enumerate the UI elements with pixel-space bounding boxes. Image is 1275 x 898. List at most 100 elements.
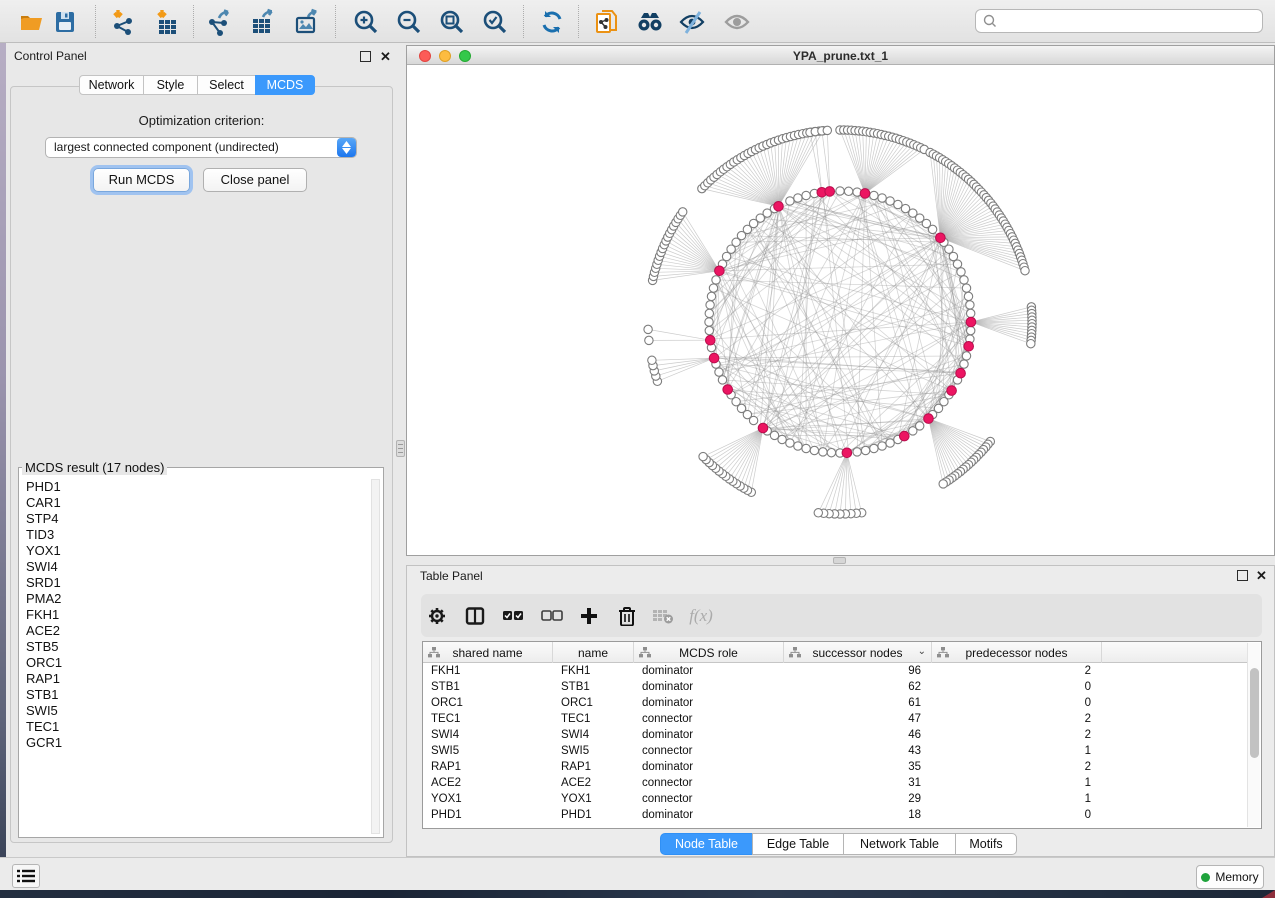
table-scrollbar[interactable] xyxy=(1247,643,1260,827)
import-network-icon[interactable] xyxy=(108,7,138,37)
export-network-icon[interactable] xyxy=(204,7,234,37)
table-cell[interactable]: ACE2 xyxy=(553,775,634,791)
list-item[interactable]: PMA2 xyxy=(21,591,370,607)
list-item[interactable]: STB5 xyxy=(21,639,370,655)
table-cell[interactable]: ACE2 xyxy=(423,775,553,791)
tab-select[interactable]: Select xyxy=(197,75,256,95)
table-cell[interactable]: dominator xyxy=(634,695,784,711)
network-canvas[interactable] xyxy=(407,65,1274,555)
show-columns-icon[interactable] xyxy=(462,604,488,628)
table-cell[interactable]: 35 xyxy=(784,759,932,775)
table-cell[interactable]: PHD1 xyxy=(553,807,634,823)
zoom-selected-icon[interactable] xyxy=(480,7,510,37)
tab-mcds[interactable]: MCDS xyxy=(255,75,315,95)
table-cell[interactable]: 43 xyxy=(784,743,932,759)
table-cell[interactable]: connector xyxy=(634,743,784,759)
zoom-fit-icon[interactable] xyxy=(437,7,467,37)
table-cell[interactable]: 0 xyxy=(932,679,1102,695)
new-network-from-selection-icon[interactable] xyxy=(592,7,622,37)
tab-network[interactable]: Network xyxy=(79,75,144,95)
add-column-icon[interactable] xyxy=(576,604,602,628)
table-cell[interactable] xyxy=(1102,711,1248,727)
dropdown-stepper-icon[interactable] xyxy=(337,138,356,157)
table-cell[interactable] xyxy=(1102,743,1248,759)
table-cell[interactable]: SWI4 xyxy=(423,727,553,743)
table-row[interactable]: SWI4SWI4dominator462 xyxy=(423,727,1248,743)
tab-network-table[interactable]: Network Table xyxy=(843,833,956,855)
list-item[interactable]: SWI5 xyxy=(21,703,370,719)
column-header-predecessor-nodes[interactable]: predecessor nodes xyxy=(932,642,1102,663)
function-builder-icon[interactable]: f(x) xyxy=(688,604,714,628)
table-cell[interactable]: STB1 xyxy=(553,679,634,695)
tab-style[interactable]: Style xyxy=(143,75,198,95)
list-item[interactable]: STP4 xyxy=(21,511,370,527)
zoom-in-icon[interactable] xyxy=(351,7,381,37)
list-item[interactable]: ACE2 xyxy=(21,623,370,639)
list-item[interactable]: SWI4 xyxy=(21,559,370,575)
table-row[interactable]: ORC1ORC1dominator610 xyxy=(423,695,1248,711)
table-cell[interactable]: 1 xyxy=(932,791,1102,807)
tab-motifs[interactable]: Motifs xyxy=(955,833,1017,855)
criterion-dropdown[interactable]: largest connected component (undirected) xyxy=(45,137,357,158)
zoom-out-icon[interactable] xyxy=(394,7,424,37)
table-cell[interactable]: PHD1 xyxy=(423,807,553,823)
table-cell[interactable]: 2 xyxy=(932,759,1102,775)
hide-selected-icon[interactable] xyxy=(677,7,707,37)
table-cell[interactable] xyxy=(1102,663,1248,679)
table-cell[interactable]: dominator xyxy=(634,807,784,823)
table-cell[interactable]: 0 xyxy=(932,695,1102,711)
list-item[interactable]: GCR1 xyxy=(21,735,370,751)
table-cell[interactable] xyxy=(1102,791,1248,807)
task-history-button[interactable] xyxy=(12,864,40,888)
delete-column-trash-icon[interactable] xyxy=(614,604,640,628)
list-item[interactable]: TID3 xyxy=(21,527,370,543)
table-cell[interactable]: YOX1 xyxy=(553,791,634,807)
table-cell[interactable]: SWI5 xyxy=(553,743,634,759)
table-cell[interactable]: 2 xyxy=(932,711,1102,727)
table-cell[interactable]: dominator xyxy=(634,663,784,679)
tab-edge-table[interactable]: Edge Table xyxy=(752,833,844,855)
table-row[interactable]: STB1STB1dominator620 xyxy=(423,679,1248,695)
list-item[interactable]: FKH1 xyxy=(21,607,370,623)
table-cell[interactable]: 46 xyxy=(784,727,932,743)
table-cell[interactable]: 96 xyxy=(784,663,932,679)
table-cell[interactable]: SWI4 xyxy=(553,727,634,743)
table-row[interactable]: PHD1PHD1dominator180 xyxy=(423,807,1248,823)
refresh-layout-icon[interactable] xyxy=(537,7,567,37)
table-header[interactable]: shared name name MCDS role successor nod… xyxy=(423,642,1248,663)
list-item[interactable]: RAP1 xyxy=(21,671,370,687)
table-cell[interactable]: RAP1 xyxy=(553,759,634,775)
table-cell[interactable]: 61 xyxy=(784,695,932,711)
run-mcds-button[interactable]: Run MCDS xyxy=(93,168,190,192)
open-file-icon[interactable] xyxy=(16,7,46,37)
close-panel-button[interactable]: Close panel xyxy=(203,168,307,192)
select-all-icon[interactable] xyxy=(500,604,526,628)
table-cell[interactable]: dominator xyxy=(634,679,784,695)
table-cell[interactable]: 0 xyxy=(932,807,1102,823)
table-cell[interactable]: FKH1 xyxy=(423,663,553,679)
table-row[interactable]: TEC1TEC1connector472 xyxy=(423,711,1248,727)
table-cell[interactable] xyxy=(1102,775,1248,791)
table-cell[interactable] xyxy=(1102,727,1248,743)
search-box[interactable] xyxy=(975,9,1263,33)
table-cell[interactable]: 1 xyxy=(932,775,1102,791)
save-session-icon[interactable] xyxy=(50,7,80,37)
table-cell[interactable]: SWI5 xyxy=(423,743,553,759)
table-row[interactable]: FKH1FKH1dominator962 xyxy=(423,663,1248,679)
float-table-panel-icon[interactable] xyxy=(1237,570,1248,581)
table-cell[interactable]: 47 xyxy=(784,711,932,727)
list-item[interactable]: STB1 xyxy=(21,687,370,703)
table-cell[interactable]: connector xyxy=(634,711,784,727)
list-item[interactable]: CAR1 xyxy=(21,495,370,511)
table-cell[interactable]: TEC1 xyxy=(423,711,553,727)
table-cell[interactable]: 18 xyxy=(784,807,932,823)
delete-table-icon[interactable] xyxy=(650,604,676,628)
network-window-titlebar[interactable]: YPA_prune.txt_1 xyxy=(407,46,1274,65)
table-cell[interactable]: 62 xyxy=(784,679,932,695)
table-cell[interactable]: dominator xyxy=(634,727,784,743)
column-header-shared-name[interactable]: shared name xyxy=(423,642,553,663)
table-cell[interactable] xyxy=(1102,695,1248,711)
close-panel-icon[interactable]: ✕ xyxy=(380,51,391,62)
float-panel-icon[interactable] xyxy=(360,51,371,62)
table-cell[interactable]: 2 xyxy=(932,663,1102,679)
